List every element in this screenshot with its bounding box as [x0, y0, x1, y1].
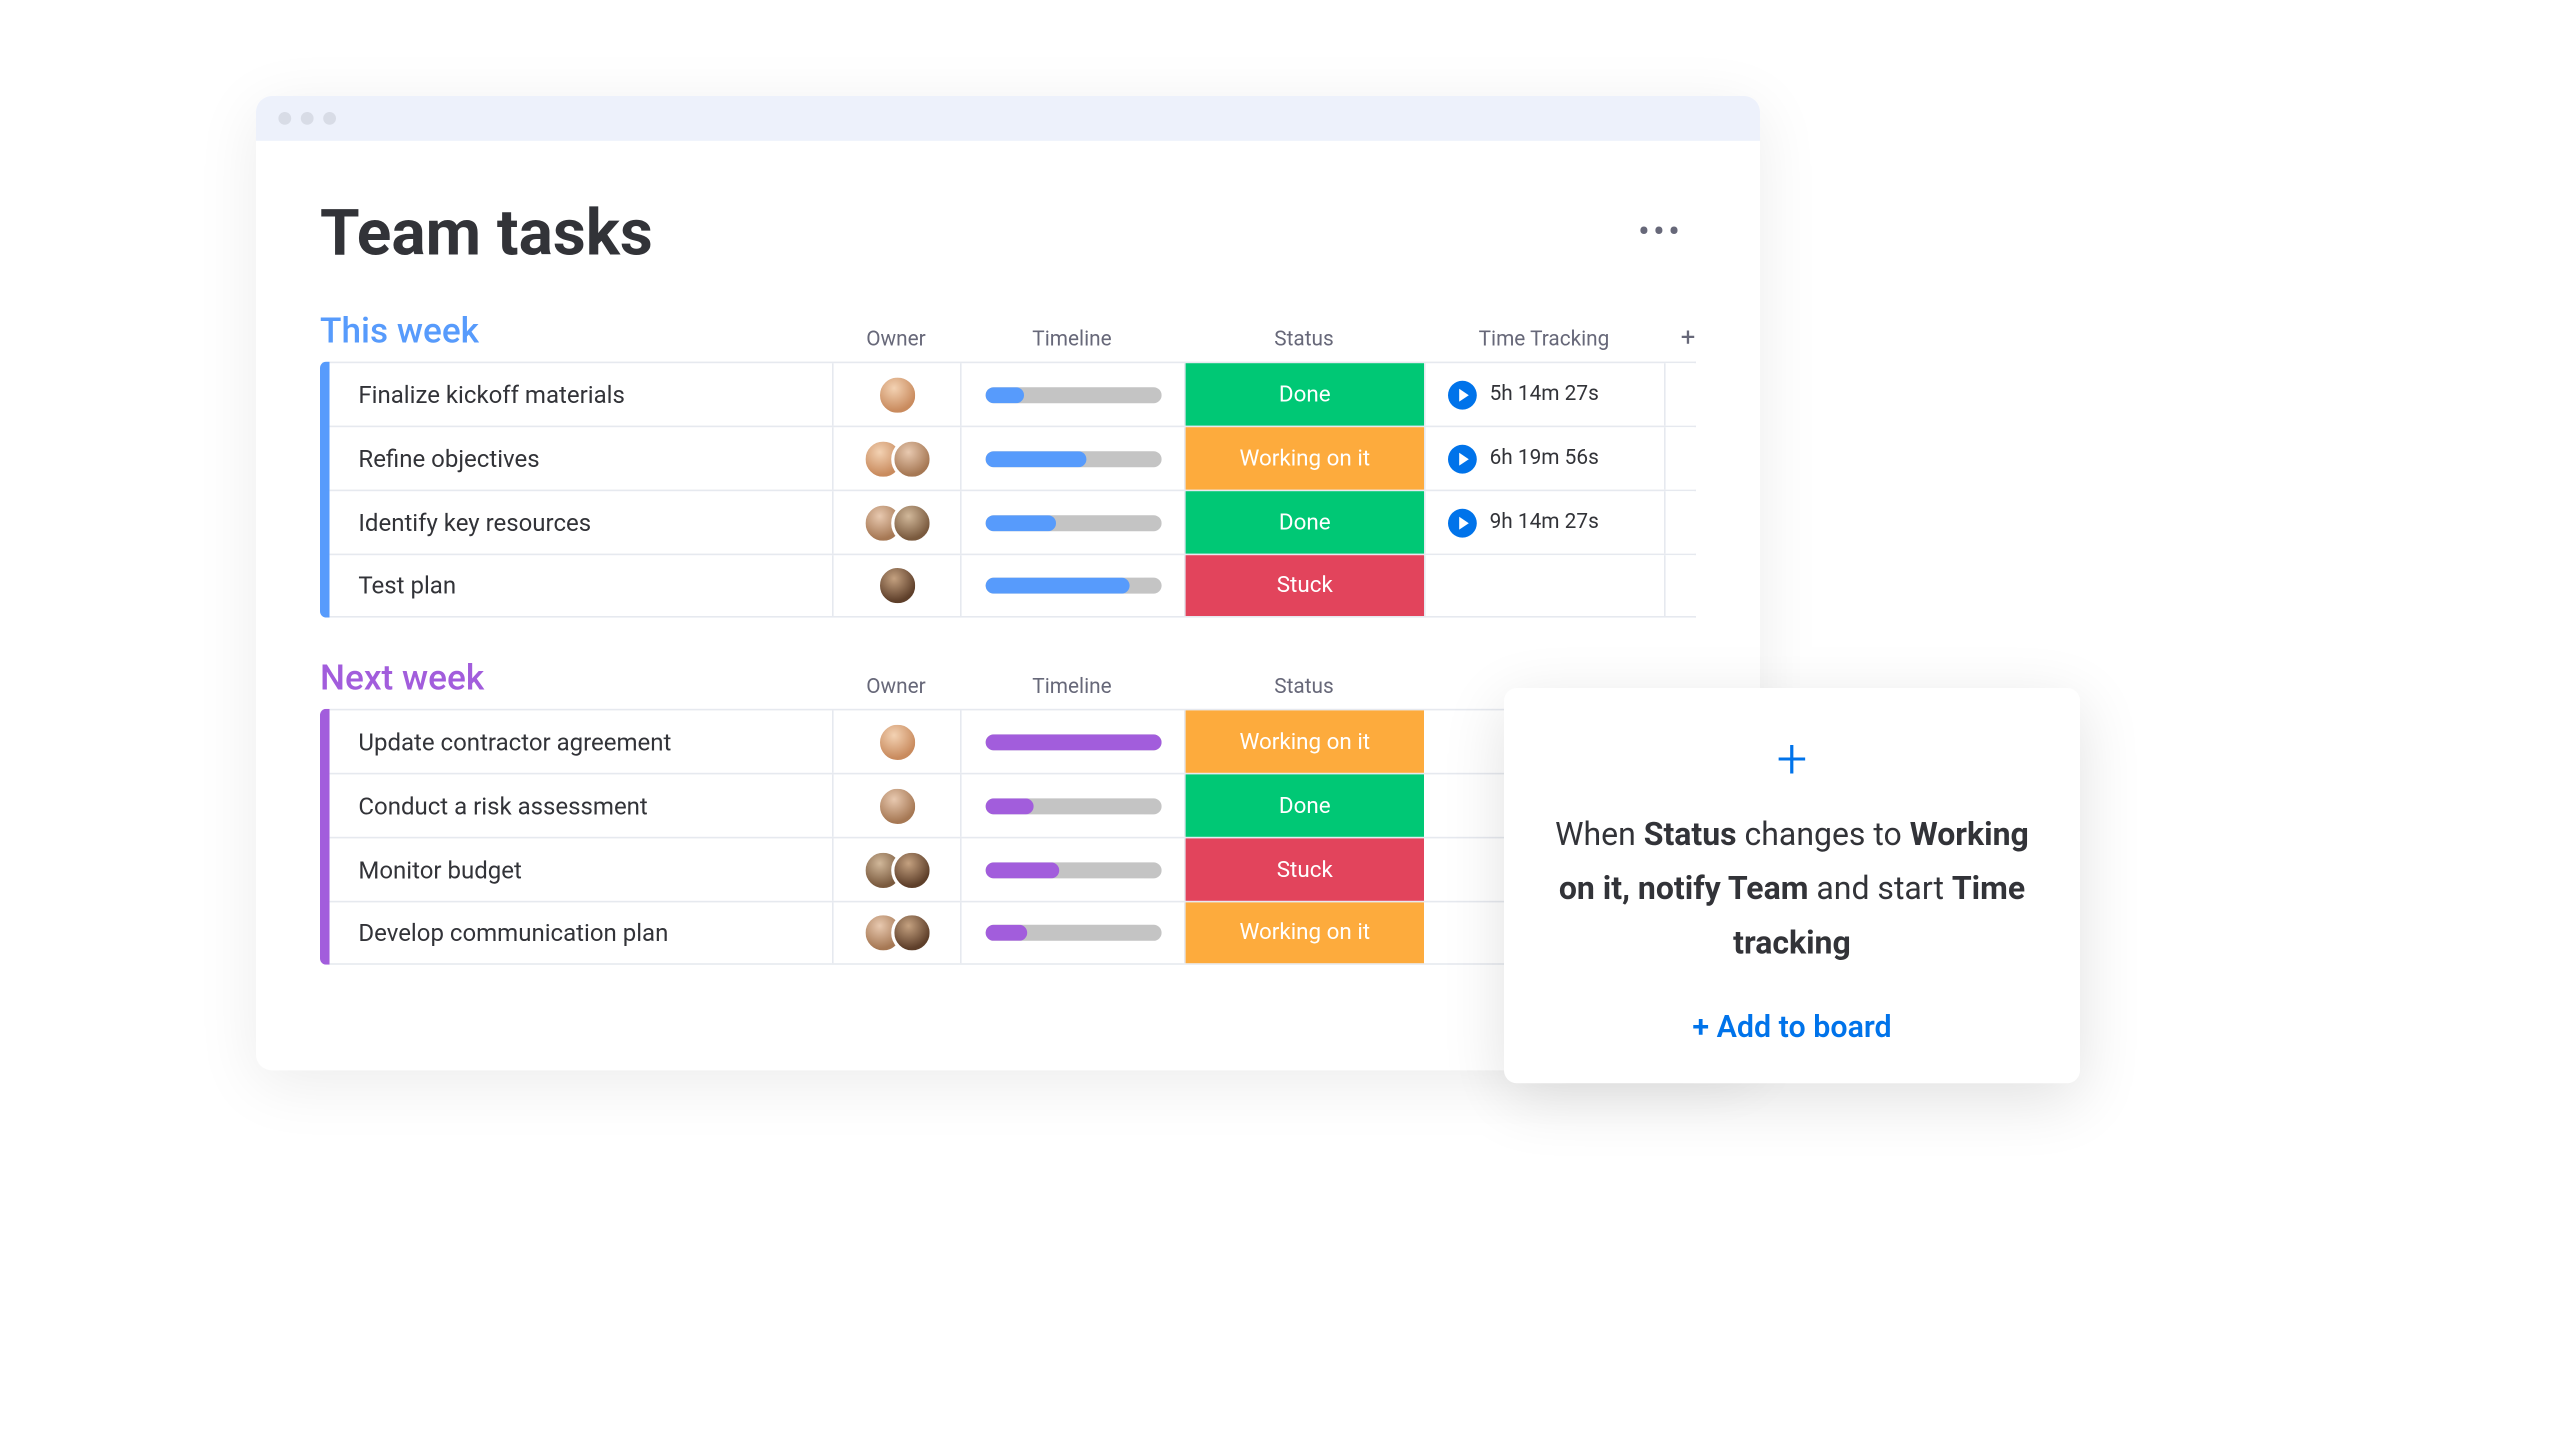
page-title: Team tasks [320, 195, 653, 270]
add-column-button[interactable]: + [1664, 322, 1712, 352]
owner-cell[interactable] [832, 427, 960, 489]
avatar[interactable] [890, 912, 932, 954]
task-group: This week Owner Timeline Status Time Tra… [320, 312, 1696, 618]
task-name-cell[interactable]: Update contractor agreement [330, 710, 832, 772]
status-cell[interactable]: Working on it [1184, 902, 1424, 963]
time-tracking-cell[interactable] [1424, 555, 1664, 616]
task-name-cell[interactable]: Refine objectives [330, 427, 832, 489]
time-tracking-cell[interactable]: 9h 14m 27s [1424, 491, 1664, 553]
status-badge[interactable]: Working on it [1186, 902, 1424, 963]
status-badge[interactable]: Done [1186, 491, 1424, 553]
timeline-cell[interactable] [960, 427, 1184, 489]
time-value: 9h 14m 27s [1490, 510, 1599, 534]
avatar[interactable] [876, 374, 918, 416]
window-dot [278, 112, 291, 125]
status-cell[interactable]: Stuck [1184, 838, 1424, 900]
plus-icon: + [1552, 733, 2032, 787]
empty-cell [1664, 491, 1712, 553]
automation-card: + When Status changes to Working on it, … [1504, 688, 2080, 1083]
time-value: 6h 19m 56s [1490, 446, 1599, 470]
timeline-cell[interactable] [960, 555, 1184, 616]
empty-cell [1664, 363, 1712, 425]
group-title[interactable]: This week [320, 312, 832, 352]
avatar[interactable] [890, 849, 932, 891]
window-titlebar [256, 96, 1760, 141]
empty-cell [1664, 427, 1712, 489]
owner-cell[interactable] [832, 555, 960, 616]
avatar[interactable] [876, 721, 918, 763]
column-header-status[interactable]: Status [1184, 675, 1424, 699]
status-cell[interactable]: Stuck [1184, 555, 1424, 616]
play-icon[interactable] [1448, 380, 1477, 409]
column-header-timeline[interactable]: Timeline [960, 675, 1184, 699]
play-icon[interactable] [1448, 508, 1477, 537]
timeline-cell[interactable] [960, 902, 1184, 963]
task-group: Next week Owner Timeline Status Update c… [320, 659, 1696, 965]
automation-description: When Status changes to Working on it, no… [1552, 806, 2032, 969]
timeline-cell[interactable] [960, 491, 1184, 553]
status-badge[interactable]: Done [1186, 774, 1424, 836]
add-to-board-button[interactable]: + Add to board [1552, 1008, 2032, 1045]
task-name-cell[interactable]: Test plan [330, 555, 832, 616]
avatar[interactable] [890, 502, 932, 544]
owner-cell[interactable] [832, 363, 960, 425]
group-title[interactable]: Next week [320, 659, 832, 699]
time-tracking-cell[interactable]: 5h 14m 27s [1424, 363, 1664, 425]
status-cell[interactable]: Done [1184, 491, 1424, 553]
status-badge[interactable]: Stuck [1186, 555, 1424, 616]
time-value: 5h 14m 27s [1490, 382, 1599, 406]
time-tracking-cell[interactable]: 6h 19m 56s [1424, 427, 1664, 489]
table-row[interactable]: Finalize kickoff materials Done 5h 14m 2… [330, 362, 1696, 426]
column-header-time-tracking[interactable]: Time Tracking [1424, 328, 1664, 352]
status-cell[interactable]: Done [1184, 774, 1424, 836]
task-name-cell[interactable]: Identify key resources [330, 491, 832, 553]
empty-cell [1664, 555, 1712, 616]
window-dot [301, 112, 314, 125]
timeline-cell[interactable] [960, 774, 1184, 836]
owner-cell[interactable] [832, 838, 960, 900]
table-row[interactable]: Update contractor agreement Working on i… [330, 709, 1696, 773]
table-row[interactable]: Refine objectives Working on it 6h 19m 5… [330, 426, 1696, 490]
column-header-timeline[interactable]: Timeline [960, 328, 1184, 352]
timeline-cell[interactable] [960, 838, 1184, 900]
status-cell[interactable]: Working on it [1184, 710, 1424, 772]
column-header-owner[interactable]: Owner [832, 328, 960, 352]
status-badge[interactable]: Working on it [1186, 427, 1424, 489]
avatar[interactable] [876, 785, 918, 827]
column-header-status[interactable]: Status [1184, 328, 1424, 352]
task-name-cell[interactable]: Finalize kickoff materials [330, 363, 832, 425]
owner-cell[interactable] [832, 710, 960, 772]
table-row[interactable]: Identify key resources Done 9h 14m 27s [330, 490, 1696, 554]
table-row[interactable]: Conduct a risk assessment Done [330, 773, 1696, 837]
timeline-cell[interactable] [960, 363, 1184, 425]
status-badge[interactable]: Done [1186, 363, 1424, 425]
table-row[interactable]: Test plan Stuck [330, 554, 1696, 618]
owner-cell[interactable] [832, 902, 960, 963]
table-row[interactable]: Monitor budget Stuck [330, 837, 1696, 901]
play-icon[interactable] [1448, 444, 1477, 473]
owner-cell[interactable] [832, 774, 960, 836]
window-dot [323, 112, 336, 125]
owner-cell[interactable] [832, 491, 960, 553]
avatar[interactable] [890, 438, 932, 480]
status-badge[interactable]: Working on it [1186, 710, 1424, 772]
status-cell[interactable]: Done [1184, 363, 1424, 425]
more-menu-button[interactable]: ••• [1625, 206, 1696, 259]
task-name-cell[interactable]: Develop communication plan [330, 902, 832, 963]
task-name-cell[interactable]: Monitor budget [330, 838, 832, 900]
timeline-cell[interactable] [960, 710, 1184, 772]
task-name-cell[interactable]: Conduct a risk assessment [330, 774, 832, 836]
column-header-owner[interactable]: Owner [832, 675, 960, 699]
avatar[interactable] [876, 565, 918, 607]
status-badge[interactable]: Stuck [1186, 838, 1424, 900]
table-row[interactable]: Develop communication plan Working on it [330, 901, 1696, 965]
status-cell[interactable]: Working on it [1184, 427, 1424, 489]
